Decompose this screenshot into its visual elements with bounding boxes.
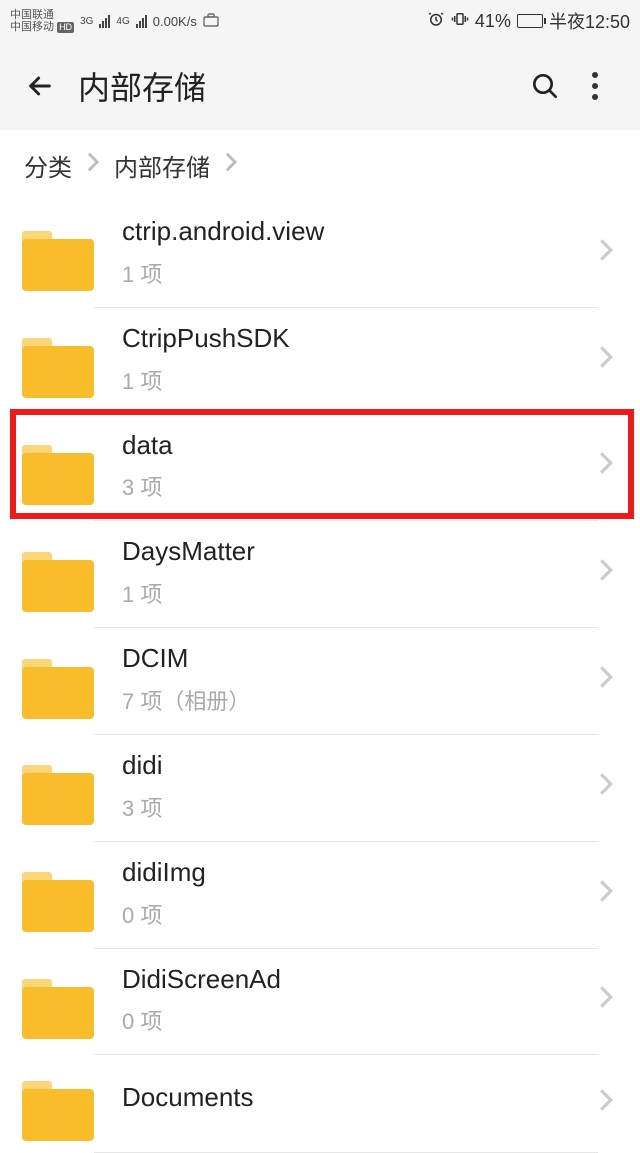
folder-item[interactable]: DaysMatter 1 项 [0, 521, 640, 628]
folder-icon [22, 338, 94, 398]
folder-item[interactable]: DidiScreenAd 0 项 [0, 949, 640, 1056]
alarm-icon [427, 10, 445, 33]
folder-item[interactable]: Documents [0, 1055, 640, 1153]
more-button[interactable] [570, 61, 620, 111]
net-label-1: 3G [80, 16, 93, 27]
app-bar: 内部存储 [0, 42, 640, 130]
folder-text: didiImg 0 项 [94, 856, 598, 949]
folder-item[interactable]: didiImg 0 项 [0, 842, 640, 949]
folder-name: DaysMatter [122, 535, 598, 569]
chevron-right-icon [598, 771, 618, 820]
arrow-left-icon [24, 70, 56, 102]
folder-meta: 7 项（相册） [122, 684, 598, 716]
folder-text: DCIM 7 项（相册） [94, 642, 598, 735]
signal-bars-1 [99, 14, 110, 28]
folder-text: Documents [94, 1069, 598, 1153]
folder-icon [22, 1081, 94, 1141]
search-button[interactable] [520, 61, 570, 111]
carrier-1: 中国联通 [10, 9, 74, 21]
folder-item[interactable]: data 3 项 [0, 415, 640, 522]
chevron-right-icon [598, 664, 618, 713]
signal-bars-2 [136, 14, 147, 28]
folder-text: didi 3 项 [94, 749, 598, 842]
folder-name: didiImg [122, 856, 598, 890]
carrier-labels: 中国联通 中国移动 HD [10, 9, 74, 33]
folder-name: ctrip.android.view [122, 215, 598, 249]
chevron-right-icon [598, 557, 618, 606]
chevron-right-icon [598, 344, 618, 393]
chevron-right-icon [224, 151, 238, 180]
folder-icon [22, 872, 94, 932]
folder-item[interactable]: ctrip.android.view 1 项 [0, 201, 640, 308]
chevron-right-icon [598, 878, 618, 927]
folder-name: CtripPushSDK [122, 322, 598, 356]
status-right: 41% 半夜12:50 [427, 8, 630, 34]
folder-list: ctrip.android.view 1 项 CtripPushSDK 1 项 … [0, 201, 640, 1153]
back-button[interactable] [20, 66, 60, 106]
briefcase-icon [203, 13, 219, 30]
folder-meta: 1 项 [122, 364, 598, 396]
page-title: 内部存储 [78, 63, 206, 109]
net-speed: 0.00K/s [153, 14, 197, 29]
status-signals: 3G 4G 0.00K/s [80, 13, 219, 30]
folder-text: data 3 项 [94, 429, 598, 522]
folder-meta: 1 项 [122, 577, 598, 609]
clock-time: 半夜12:50 [549, 8, 630, 34]
folder-meta: 0 项 [122, 1004, 598, 1036]
breadcrumb-current[interactable]: 内部存储 [114, 148, 210, 183]
folder-item[interactable]: didi 3 项 [0, 735, 640, 842]
chevron-right-icon [86, 151, 100, 180]
carrier-2: 中国移动 HD [10, 21, 74, 33]
folder-name: didi [122, 749, 598, 783]
folder-icon [22, 552, 94, 612]
search-icon [529, 70, 561, 102]
folder-name: data [122, 429, 598, 463]
status-bar: 中国联通 中国移动 HD 3G 4G 0.00K/s 41% 半夜12:50 [0, 0, 640, 42]
chevron-right-icon [598, 450, 618, 499]
folder-item[interactable]: DCIM 7 项（相册） [0, 628, 640, 735]
folder-text: DaysMatter 1 项 [94, 535, 598, 628]
chevron-right-icon [598, 984, 618, 1033]
folder-name: DCIM [122, 642, 598, 676]
folder-meta: 1 项 [122, 257, 598, 289]
chevron-right-icon [598, 237, 618, 286]
folder-meta: 0 项 [122, 898, 598, 930]
more-vertical-icon [592, 72, 598, 100]
battery-pct: 41% [475, 11, 511, 32]
net-label-2: 4G [116, 16, 129, 27]
folder-text: CtripPushSDK 1 项 [94, 322, 598, 415]
folder-icon [22, 445, 94, 505]
folder-meta: 3 项 [122, 791, 598, 823]
battery-icon [517, 14, 543, 28]
folder-item[interactable]: CtripPushSDK 1 项 [0, 308, 640, 415]
folder-icon [22, 659, 94, 719]
folder-icon [22, 765, 94, 825]
folder-text: ctrip.android.view 1 项 [94, 215, 598, 308]
breadcrumb-root[interactable]: 分类 [24, 148, 72, 183]
vibrate-icon [451, 10, 469, 33]
folder-meta: 3 项 [122, 470, 598, 502]
folder-name: Documents [122, 1081, 598, 1115]
folder-icon [22, 231, 94, 291]
breadcrumb: 分类 内部存储 [0, 130, 640, 201]
folder-text: DidiScreenAd 0 项 [94, 963, 598, 1056]
chevron-right-icon [598, 1087, 618, 1136]
hd-badge: HD [57, 22, 74, 33]
folder-icon [22, 979, 94, 1039]
folder-name: DidiScreenAd [122, 963, 598, 997]
